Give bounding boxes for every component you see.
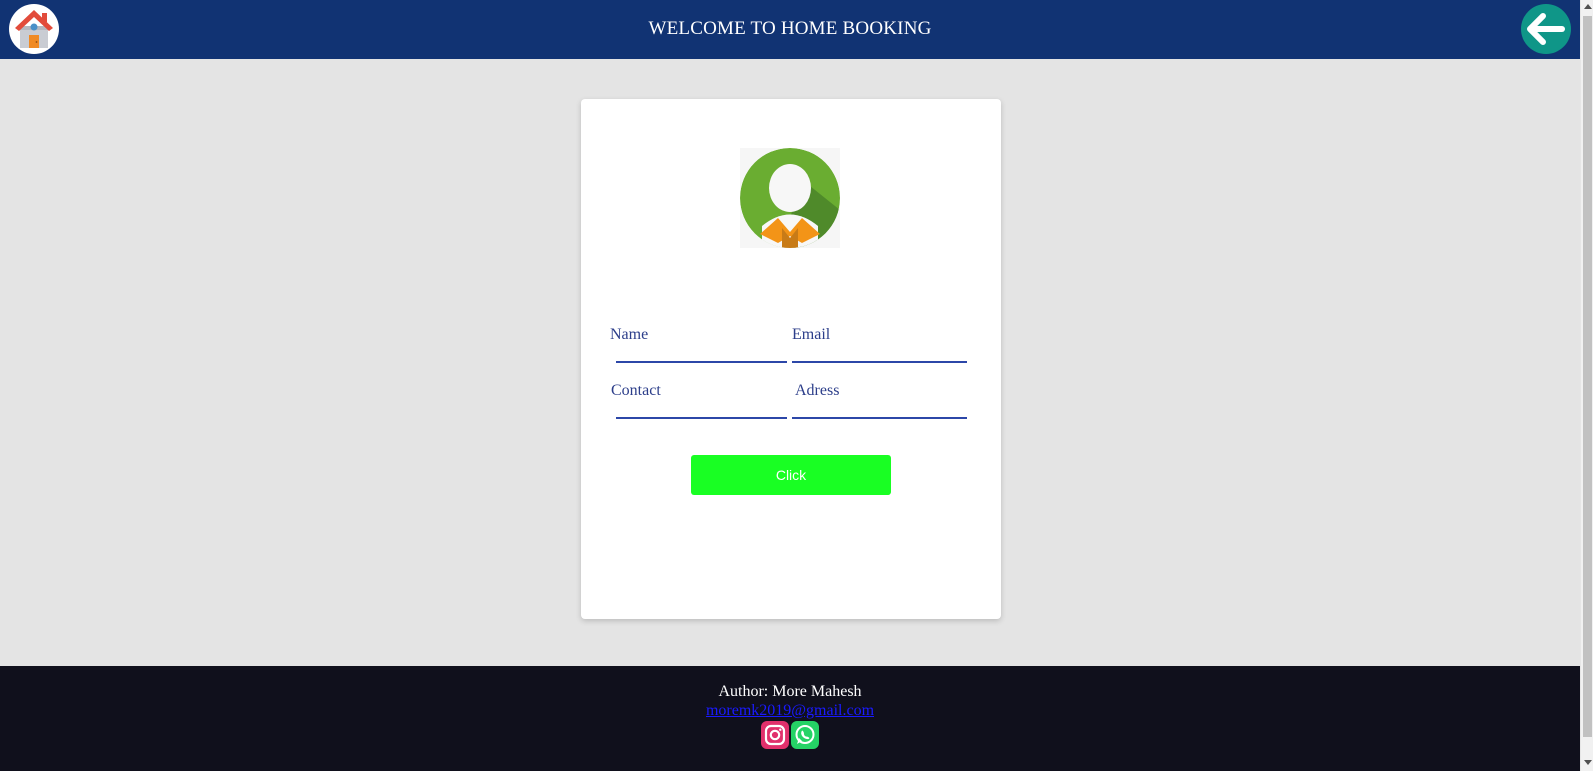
scrollbar-thumb[interactable] [1583, 16, 1592, 737]
address-underline [792, 417, 967, 419]
email-link[interactable]: moremk2019@gmail.com [706, 702, 874, 719]
author-text: Author: More Mahesh [718, 683, 862, 700]
contact-underline [616, 417, 787, 419]
arrow-left-icon[interactable] [1521, 4, 1571, 54]
scroll-up-arrow-icon[interactable] [1584, 4, 1592, 9]
social-icons [761, 721, 821, 751]
user-avatar-icon [740, 148, 840, 248]
instagram-icon[interactable] [761, 721, 789, 749]
email-link-container: moremk2019@gmail.com [0, 702, 1580, 720]
name-underline [616, 361, 787, 363]
contact-input[interactable] [617, 396, 787, 416]
vertical-scrollbar[interactable] [1580, 0, 1593, 771]
footer: Author: More Mahesh moremk2019@gmail.com [0, 666, 1580, 771]
booking-form-card: Name Email Contact Adress Click [581, 99, 1001, 619]
address-field[interactable]: Adress [792, 382, 967, 422]
email-input[interactable] [798, 340, 967, 360]
address-input[interactable] [801, 396, 967, 416]
name-field[interactable]: Name [610, 326, 787, 366]
page-title: WELCOME TO HOME BOOKING [648, 18, 932, 39]
email-field[interactable]: Email [792, 326, 967, 366]
contact-field[interactable]: Contact [611, 382, 787, 422]
email-underline [792, 361, 967, 363]
name-input[interactable] [616, 340, 787, 360]
whatsapp-icon[interactable] [791, 721, 819, 749]
submit-button[interactable]: Click [691, 455, 891, 495]
scroll-down-arrow-icon[interactable] [1584, 760, 1592, 765]
header: WELCOME TO HOME BOOKING [0, 0, 1580, 59]
